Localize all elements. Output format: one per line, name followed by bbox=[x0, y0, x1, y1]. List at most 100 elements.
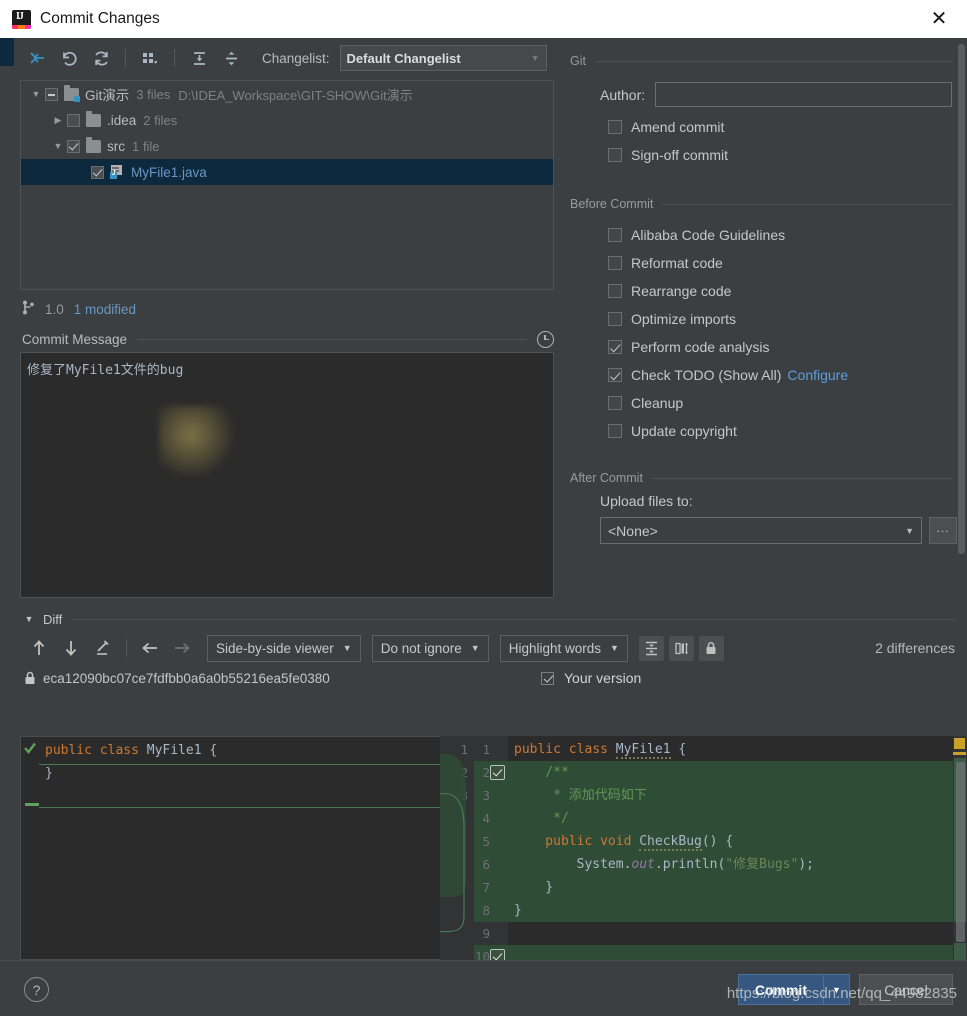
lock-icon[interactable] bbox=[698, 635, 724, 661]
checkbox-optimize-imports[interactable]: Optimize imports bbox=[608, 305, 967, 333]
checkbox-amend-commit[interactable]: Amend commit bbox=[608, 113, 967, 141]
modified-count[interactable]: 1 modified bbox=[74, 302, 136, 317]
revision-row: eca12090bc07ce7fdfbb0a6a0b55216ea5fe0380… bbox=[14, 666, 967, 690]
changelist-dropdown[interactable]: Default Changelist ▼ bbox=[339, 45, 547, 71]
row-checkbox[interactable] bbox=[67, 113, 80, 127]
row-checkbox[interactable] bbox=[45, 87, 58, 101]
clock-icon[interactable] bbox=[537, 330, 554, 348]
author-label: Author: bbox=[600, 86, 646, 103]
commit-message-input[interactable]: 修复了MyFile1文件的bug bbox=[20, 352, 554, 598]
tree-row-count: 1 file bbox=[132, 138, 160, 154]
upload-browse-button[interactable]: ... bbox=[929, 517, 957, 544]
watermark-artifact bbox=[159, 406, 235, 478]
diff-right-scrollbar[interactable] bbox=[953, 736, 967, 960]
changed-files-tree[interactable]: ▼ Git演示 3 files D:\IDEA_Workspace\GIT-SH… bbox=[20, 80, 554, 290]
gutter-line-number: 1 bbox=[482, 742, 490, 757]
rollback-icon[interactable] bbox=[54, 45, 84, 71]
help-button[interactable]: ? bbox=[24, 977, 49, 1002]
diff-section-title: Diff bbox=[43, 611, 63, 627]
upload-row: Upload files to: <None> ▼ ... bbox=[600, 493, 967, 544]
warning-marker[interactable] bbox=[954, 738, 965, 749]
checkbox-reformat-code[interactable]: Reformat code bbox=[608, 249, 967, 277]
checkbox-box[interactable] bbox=[608, 312, 622, 326]
options-scrollbar[interactable] bbox=[958, 44, 965, 589]
gutter-line-number: 6 bbox=[482, 857, 490, 872]
pencil-icon[interactable] bbox=[88, 635, 118, 661]
expand-triangle-icon[interactable]: ▼ bbox=[49, 141, 67, 151]
checkbox-cleanup[interactable]: Cleanup bbox=[608, 389, 967, 417]
gutter-line-number: 8 bbox=[482, 903, 490, 918]
diff-section-header[interactable]: ▼ Diff bbox=[14, 608, 967, 630]
checkbox-check-todo[interactable]: Check TODO (Show All) Configure bbox=[608, 361, 967, 389]
checkbox-box[interactable] bbox=[608, 368, 622, 382]
collapse-triangle-icon[interactable]: ▼ bbox=[20, 614, 38, 624]
row-checkbox[interactable] bbox=[91, 165, 104, 179]
checkbox-box[interactable] bbox=[608, 228, 622, 242]
chevron-down-icon: ▼ bbox=[905, 525, 914, 536]
your-version-checkbox[interactable] bbox=[541, 671, 554, 685]
ignore-mode-dropdown[interactable]: Do not ignore ▼ bbox=[371, 634, 489, 662]
your-version-label-group: Your version bbox=[541, 670, 641, 686]
refresh-icon[interactable] bbox=[86, 45, 116, 71]
expand-triangle-icon[interactable]: ▶ bbox=[49, 115, 67, 126]
scrollbar-thumb[interactable] bbox=[956, 762, 965, 942]
checkbox-box[interactable] bbox=[608, 120, 622, 134]
diff-viewer: public class MyFile1 { } 1 2 3 bbox=[20, 736, 967, 968]
commit-message-header: Commit Message bbox=[22, 328, 554, 350]
diff-left-gutter: 1 2 3 bbox=[440, 736, 474, 960]
diff-right-pane[interactable]: public class MyFile1 { /** * 添加代码如下 */ p… bbox=[508, 736, 967, 960]
diff-left-pane[interactable]: public class MyFile1 { } bbox=[20, 736, 440, 960]
move-to-changelist-icon[interactable] bbox=[22, 45, 52, 71]
checkbox-box[interactable] bbox=[608, 148, 622, 162]
viewer-mode-dropdown[interactable]: Side-by-side viewer ▼ bbox=[207, 634, 361, 662]
java-file-icon bbox=[110, 165, 125, 179]
tree-row-name: src bbox=[107, 138, 125, 154]
upload-target-dropdown[interactable]: <None> ▼ bbox=[600, 517, 922, 544]
tree-row-module[interactable]: ▼ Git演示 3 files D:\IDEA_Workspace\GIT-SH… bbox=[21, 81, 553, 107]
tree-row-myfile1[interactable]: MyFile1.java bbox=[21, 159, 553, 185]
sync-scroll-icon[interactable] bbox=[668, 635, 694, 661]
git-section-header: Git bbox=[570, 52, 967, 70]
left-edge-strip bbox=[0, 38, 14, 1016]
close-icon[interactable]: ✕ bbox=[921, 1, 957, 37]
checkbox-box[interactable] bbox=[608, 396, 622, 410]
row-checkbox[interactable] bbox=[67, 139, 80, 153]
accepted-check-icon bbox=[23, 741, 37, 755]
tree-row-src[interactable]: ▼ src 1 file bbox=[21, 133, 553, 159]
tree-row-count: 3 files bbox=[136, 86, 171, 102]
folder-icon bbox=[86, 111, 101, 127]
checkbox-box[interactable] bbox=[608, 256, 622, 270]
arrow-left-icon[interactable] bbox=[135, 635, 165, 661]
checkbox-perform-code-analysis[interactable]: Perform code analysis bbox=[608, 333, 967, 361]
author-field[interactable] bbox=[655, 82, 953, 107]
arrow-down-icon[interactable] bbox=[56, 635, 86, 661]
checkbox-update-copyright[interactable]: Update copyright bbox=[608, 417, 967, 445]
diff-section: ▼ Diff Side-by-side viewer ▼ Do not igno… bbox=[14, 608, 967, 968]
tree-row-idea[interactable]: ▶ .idea 2 files bbox=[21, 107, 553, 133]
arrow-right-icon[interactable] bbox=[167, 635, 197, 661]
checkbox-alibaba-code-guidelines[interactable]: Alibaba Code Guidelines bbox=[608, 221, 967, 249]
collapse-unchanged-icon[interactable] bbox=[638, 635, 664, 661]
checkbox-signoff-commit[interactable]: Sign-off commit bbox=[608, 141, 967, 169]
configure-link[interactable]: Configure bbox=[787, 367, 848, 383]
checkbox-rearrange-code[interactable]: Rearrange code bbox=[608, 277, 967, 305]
scrollbar-thumb[interactable] bbox=[958, 44, 965, 554]
group-by-icon[interactable] bbox=[135, 45, 165, 71]
checkbox-box[interactable] bbox=[608, 284, 622, 298]
accept-change-checkbox[interactable] bbox=[490, 765, 505, 780]
gutter-added-block bbox=[474, 761, 508, 922]
checkbox-box[interactable] bbox=[608, 340, 622, 354]
upload-label: Upload files to: bbox=[600, 493, 693, 509]
checkbox-box[interactable] bbox=[608, 424, 622, 438]
diff-left-line-2: } bbox=[45, 766, 53, 781]
after-commit-title: After Commit bbox=[570, 471, 643, 485]
arrow-up-icon[interactable] bbox=[24, 635, 54, 661]
differences-count: 2 differences bbox=[875, 640, 955, 656]
after-commit-section-header: After Commit bbox=[570, 469, 967, 487]
collapse-all-icon[interactable] bbox=[216, 45, 246, 71]
expand-triangle-icon[interactable]: ▼ bbox=[27, 89, 45, 99]
highlight-mode-dropdown[interactable]: Highlight words ▼ bbox=[499, 634, 628, 662]
diff-right-line-2: /** bbox=[514, 765, 569, 780]
revision-hash: eca12090bc07ce7fdfbb0a6a0b55216ea5fe0380 bbox=[43, 670, 330, 686]
expand-all-icon[interactable] bbox=[184, 45, 214, 71]
